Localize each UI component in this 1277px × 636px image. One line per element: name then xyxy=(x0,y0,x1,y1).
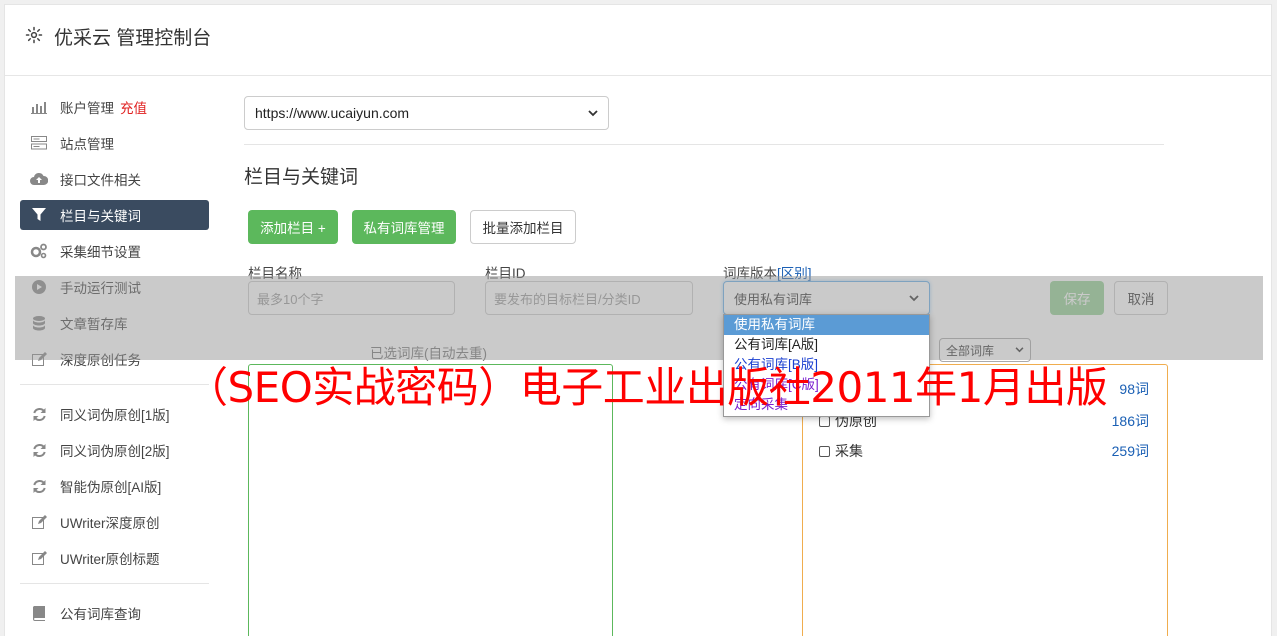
dropdown-option[interactable]: 公有词库[A版] xyxy=(724,335,929,355)
sidebar-item-label: 账户管理 xyxy=(60,101,114,116)
edit-icon xyxy=(30,514,48,530)
book-icon xyxy=(30,605,48,621)
sidebar-divider xyxy=(20,583,209,584)
dropdown-option[interactable]: 使用私有词库 xyxy=(724,315,929,335)
private-lib-button[interactable]: 私有词库管理 xyxy=(352,210,456,244)
sidebar-item-sites[interactable]: 站点管理 xyxy=(20,128,209,158)
filter-icon xyxy=(30,207,48,223)
site-select-value: https://www.ucaiyun.com xyxy=(255,105,410,121)
sidebar-item-synonym-v1[interactable]: 同义词伪原创[1版] xyxy=(20,399,209,429)
bar-chart-icon xyxy=(30,99,48,115)
sidebar-item-label: 同义词伪原创[1版] xyxy=(60,408,170,423)
watermark-text: （SEO实战密码）电子工业出版社2011年1月出版 xyxy=(186,363,1108,412)
server-icon xyxy=(30,135,48,151)
sidebar-item-label: 采集细节设置 xyxy=(60,245,141,260)
sidebar-item-collect-settings[interactable]: 采集细节设置 xyxy=(20,236,209,266)
list-item[interactable]: 采集 259词 xyxy=(819,441,1149,461)
cogs-icon xyxy=(30,243,48,259)
add-column-button[interactable]: 添加栏目 + xyxy=(248,210,338,244)
sidebar-item-label: 公有词库查询 xyxy=(60,607,141,622)
sidebar-item-account[interactable]: 账户管理 充值 xyxy=(20,92,209,122)
page-title: 优采云 管理控制台 xyxy=(54,28,212,49)
sidebar-item-label: 同义词伪原创[2版] xyxy=(60,444,170,459)
refresh-icon xyxy=(30,406,48,422)
site-select[interactable]: https://www.ucaiyun.com xyxy=(244,96,609,130)
keyword-option[interactable]: 采集 xyxy=(819,441,863,461)
chevron-down-icon xyxy=(588,109,598,116)
sidebar-item-uwriter-deep[interactable]: UWriter深度原创 xyxy=(20,507,209,537)
sidebar: 账户管理 充值 站点管理 接口文件相关 栏目与关键词 采集细节设置 手动运行测试… xyxy=(20,92,209,634)
sidebar-item-synonym-v2[interactable]: 同义词伪原创[2版] xyxy=(20,435,209,465)
gear-icon xyxy=(25,26,43,44)
keyword-count: 186词 xyxy=(1111,413,1149,429)
sidebar-item-ai-rewrite[interactable]: 智能伪原创[AI版] xyxy=(20,471,209,501)
keyword-count: 98词 xyxy=(1119,381,1149,397)
sidebar-item-columns[interactable]: 栏目与关键词 xyxy=(20,200,209,230)
gray-overlay-band xyxy=(15,276,1263,360)
sidebar-item-uwriter-title[interactable]: UWriter原创标题 xyxy=(20,543,209,573)
edit-icon xyxy=(30,550,48,566)
header: 优采云 管理控制台 xyxy=(5,5,1271,76)
refresh-icon xyxy=(30,478,48,494)
refresh-icon xyxy=(30,442,48,458)
sidebar-item-public-lib[interactable]: 公有词库查询 xyxy=(20,598,209,628)
sidebar-item-label: 栏目与关键词 xyxy=(60,209,141,224)
sidebar-item-label: 接口文件相关 xyxy=(60,173,141,188)
sidebar-item-label: 站点管理 xyxy=(60,137,114,152)
sidebar-item-label: UWriter原创标题 xyxy=(60,552,160,567)
sidebar-item-label: 智能伪原创[AI版] xyxy=(60,480,162,495)
sidebar-item-interface[interactable]: 接口文件相关 xyxy=(20,164,209,194)
sidebar-item-label: UWriter深度原创 xyxy=(60,516,160,531)
cloud-upload-icon xyxy=(30,171,48,187)
sidebar-divider xyxy=(20,384,209,385)
section-title: 栏目与关键词 xyxy=(244,167,359,188)
keyword-count: 259词 xyxy=(1111,443,1149,459)
divider xyxy=(244,144,1164,145)
checkbox[interactable] xyxy=(819,415,830,427)
checkbox[interactable] xyxy=(819,445,830,457)
recharge-link[interactable]: 充值 xyxy=(120,97,147,117)
batch-add-button[interactable]: 批量添加栏目 xyxy=(470,210,576,244)
